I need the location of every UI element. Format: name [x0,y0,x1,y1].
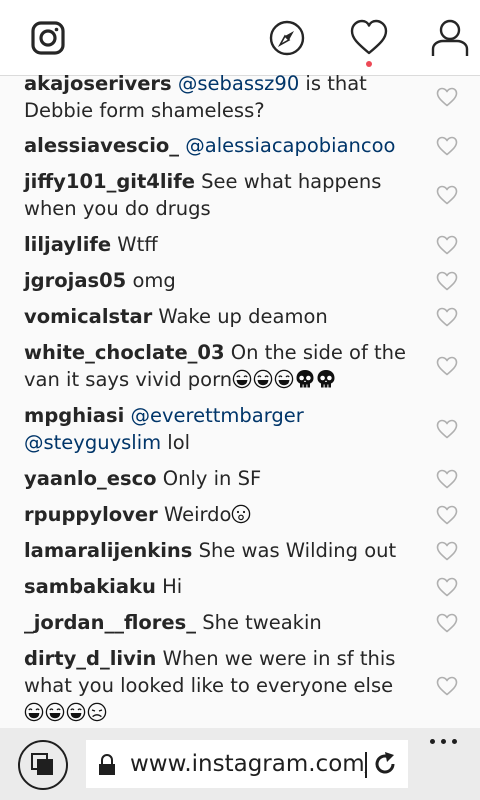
comment-username[interactable]: lamaralijenkins [24,539,192,562]
comments-list: akajoserivers @sebassz90 is that Debbie … [0,70,480,728]
comment-username[interactable]: jiffy101_git4life [24,170,195,193]
comment-text: omg [132,269,176,292]
notification-dot [366,61,372,67]
url-text: www.instagram.com/p/ [130,751,366,777]
comment-row: vomicalstar Wake up deamon [0,303,480,330]
address-bar[interactable]: www.instagram.com/p/ [86,740,408,788]
comment-username[interactable]: liljaylife [24,233,111,256]
comment-row: lamaralijenkins She was Wilding out [0,537,480,564]
comment-username[interactable]: yaanlo_esco [24,467,157,490]
sad-emoji-icon [87,702,107,722]
comment-text: She tweakin [202,611,322,634]
like-heart-icon[interactable] [436,235,458,255]
comment-username[interactable]: white_choclate_03 [24,341,225,364]
surprised-emoji-icon [232,504,251,524]
text-caret [365,752,367,778]
comment-row: alessiavescio_ @alessiacapobiancoo [0,132,480,159]
comment-username[interactable]: rpuppylover [24,503,158,526]
comment-username[interactable]: akajoserivers [24,72,172,95]
comment-row: jgrojas05 omg [0,267,480,294]
comment-mention-link[interactable]: @steyguyslim [24,431,161,454]
comment-username[interactable]: alessiavescio_ [24,134,179,157]
lock-icon [99,754,115,775]
comment-row: yaanlo_esco Only in SF [0,465,480,492]
comment-row: rpuppylover Weirdo [0,501,480,528]
instagram-logo-icon[interactable] [28,18,68,58]
comment-username[interactable]: sambakiaku [24,575,156,598]
comment-username[interactable]: dirty_d_livin [24,647,156,670]
comment-username[interactable]: vomicalstar [24,305,152,328]
laugh-emoji-icon [45,702,65,722]
like-heart-icon[interactable] [436,185,458,205]
like-heart-icon[interactable] [436,676,458,696]
comment-row: akajoserivers @sebassz90 is that Debbie … [0,70,480,124]
comment-text: Only in SF [162,467,262,490]
skull-emoji-icon [296,370,314,388]
like-heart-icon[interactable] [436,541,458,561]
skull-emoji-icon [317,370,335,388]
like-heart-icon[interactable] [436,307,458,327]
like-heart-icon[interactable] [436,87,458,107]
laugh-emoji-icon [66,702,86,722]
comment-row: sambakiaku Hi [0,573,480,600]
like-heart-icon[interactable] [436,356,458,376]
comment-username[interactable]: jgrojas05 [24,269,126,292]
laugh-emoji-icon [232,369,252,389]
like-heart-icon[interactable] [436,505,458,525]
comment-text: lol [161,431,191,454]
comment-mention-link[interactable]: @alessiacapobiancoo [185,134,395,157]
laugh-emoji-icon [274,369,294,389]
comment-row: mpghiasi @everettmbarger @steyguyslim lo… [0,402,480,456]
comment-mention-link[interactable]: @everettmbarger [130,404,303,427]
like-heart-icon[interactable] [436,469,458,489]
comment-row: _jordan__flores_ She tweakin [0,609,480,636]
like-heart-icon[interactable] [436,613,458,633]
tabs-button[interactable] [18,740,68,790]
comment-username[interactable]: _jordan__flores_ [24,611,196,634]
comment-text: Hi [162,575,183,598]
comment-username[interactable]: mpghiasi [24,404,124,427]
like-heart-icon[interactable] [436,136,458,156]
comment-row: white_choclate_03 On the side of the van… [0,339,480,393]
laugh-emoji-icon [24,702,44,722]
laugh-emoji-icon [253,369,273,389]
comment-mention-link[interactable]: @sebassz90 [178,72,299,95]
more-icon[interactable] [428,734,460,748]
like-heart-icon[interactable] [436,577,458,597]
top-nav-bar [0,0,480,76]
comment-row: dirty_d_livin When we were in sf this wh… [0,645,480,726]
comment-row: liljaylife Wtff [0,231,480,258]
tabs-icon [31,753,53,775]
compass-explore-icon[interactable] [267,18,307,58]
browser-bottom-bar: www.instagram.com/p/ [0,728,480,800]
heart-activity-icon[interactable] [349,18,389,58]
comment-row: jiffy101_git4life See what happens when … [0,168,480,222]
refresh-icon[interactable] [372,751,398,777]
comment-text: Weirdo [163,503,232,526]
comment-text: Wtff [117,233,158,256]
like-heart-icon[interactable] [436,419,458,439]
profile-icon[interactable] [430,18,470,58]
comment-text: She was Wilding out [198,539,397,562]
comment-text: Wake up deamon [158,305,328,328]
like-heart-icon[interactable] [436,271,458,291]
